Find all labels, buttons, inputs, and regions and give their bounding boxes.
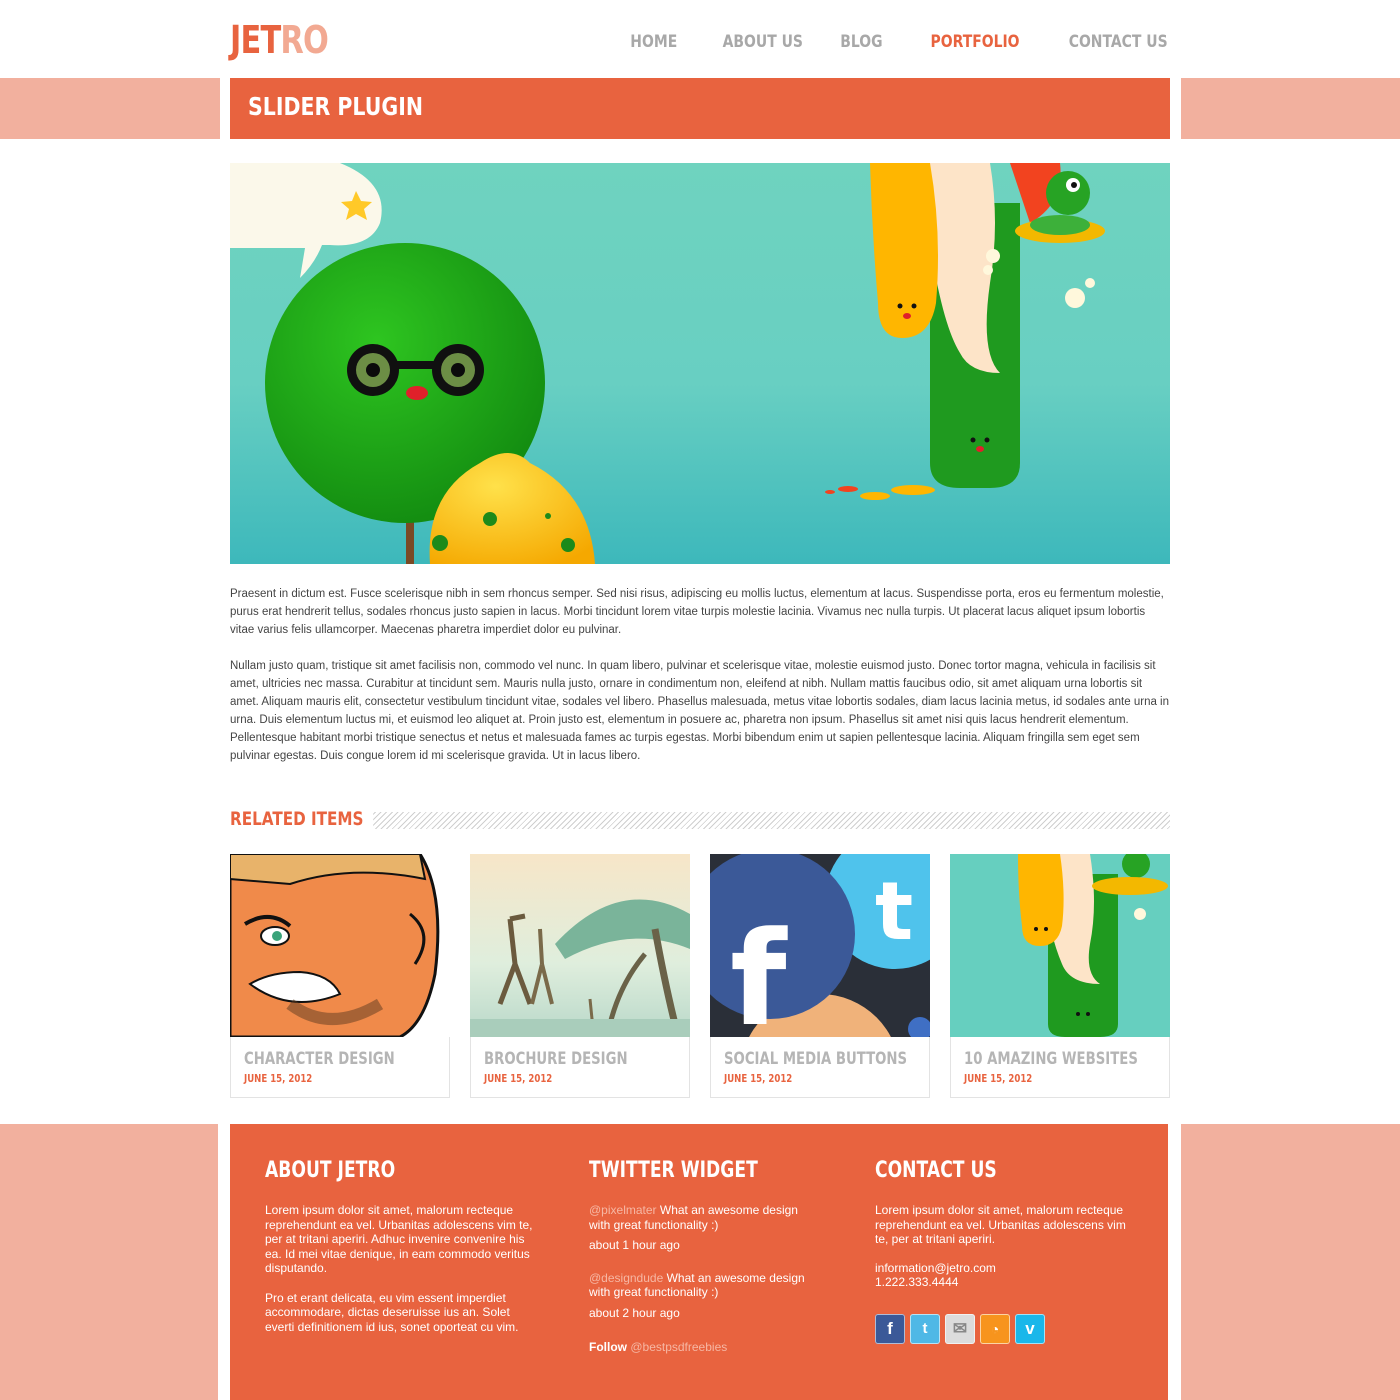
email-icon[interactable]: ✉ [945, 1313, 975, 1344]
related-item-date: JUNE 15, 2012 [964, 1072, 1033, 1085]
twitter-follow: Follow @bestpsdfreebies [589, 1340, 814, 1355]
nav-about-us[interactable]: ABOUT US [723, 32, 803, 52]
related-item-date: JUNE 15, 2012 [724, 1072, 793, 1085]
related-item-card[interactable]: BROCHURE DESIGN JUNE 15, 2012 [470, 854, 690, 1098]
related-item-title[interactable]: BROCHURE DESIGN [484, 1049, 628, 1069]
footer-about-heading: ABOUT JETRO [265, 1158, 396, 1183]
related-item-card[interactable]: CHARACTER DESIGN JUNE 15, 2012 [230, 854, 450, 1098]
footer-band-left [0, 1124, 218, 1400]
footer-band-right [1181, 1124, 1400, 1400]
character-design-thumbnail[interactable] [230, 854, 450, 1037]
svg-text:t: t [875, 865, 913, 958]
contact-phone: 1.222.333.4444 [875, 1275, 959, 1289]
title-band-right [1181, 78, 1400, 139]
article-body: Praesent in dictum est. Fusce scelerisqu… [230, 585, 1170, 783]
svg-text:f: f [730, 903, 788, 1037]
facebook-icon[interactable]: f [875, 1313, 905, 1344]
related-item-title[interactable]: 10 AMAZING WEBSITES [964, 1049, 1138, 1069]
main-nav: HOME ABOUT US BLOG PORTFOLIO CONTACT US [592, 32, 1168, 52]
related-item-title[interactable]: SOCIAL MEDIA BUTTONS [724, 1049, 907, 1069]
footer-about-text: Pro et erant delicata, eu vim essent imp… [265, 1290, 519, 1334]
footer-contact: CONTACT US Lorem ipsum dolor sit amet, m… [875, 1158, 1140, 1344]
tweet-time[interactable]: about 2 hour ago [589, 1306, 814, 1321]
nav-home[interactable]: HOME [630, 32, 677, 52]
footer-about-text: Lorem ipsum dolor sit amet, malorum rect… [265, 1203, 533, 1275]
tweet-handle[interactable]: @pixelmater [589, 1203, 657, 1217]
footer-twitter-heading: TWITTER WIDGET [589, 1158, 758, 1183]
tweet-handle[interactable]: @designdude [589, 1271, 663, 1285]
follow-label: Follow [589, 1340, 627, 1354]
amazing-websites-thumbnail[interactable] [950, 854, 1170, 1037]
article-paragraph: Nullam justo quam, tristique sit amet fa… [230, 660, 1170, 762]
nav-blog[interactable]: BLOG [841, 32, 883, 52]
footer-contact-heading: CONTACT US [875, 1158, 997, 1183]
related-item-card[interactable]: 10 AMAZING WEBSITES JUNE 15, 2012 [950, 854, 1170, 1098]
article-paragraph: Praesent in dictum est. Fusce scelerisqu… [230, 588, 1164, 636]
tweet: @designdude What an awesome design with … [589, 1271, 814, 1300]
logo-part2: RO [280, 18, 329, 62]
page-title-bar: SLIDER PLUGIN [230, 78, 1170, 139]
related-item-title[interactable]: CHARACTER DESIGN [244, 1049, 395, 1069]
striped-divider [352, 812, 1170, 829]
related-item-date: JUNE 15, 2012 [244, 1072, 313, 1085]
tweet: @pixelmater What an awesome design with … [589, 1203, 814, 1232]
related-item-date: JUNE 15, 2012 [484, 1072, 553, 1085]
nav-portfolio[interactable]: PORTFOLIO [930, 32, 1019, 52]
related-item-card[interactable]: t f SOCIAL MEDIA BUTTONS JUNE 15, 2012 [710, 854, 930, 1098]
related-items-heading: RELATED ITEMS [230, 808, 374, 830]
follow-handle[interactable]: @bestpsdfreebies [630, 1340, 727, 1354]
page-title: SLIDER PLUGIN [248, 92, 424, 121]
logo-part1: JET [230, 18, 281, 62]
footer: ABOUT JETRO Lorem ipsum dolor sit amet, … [230, 1124, 1168, 1400]
nav-contact-us[interactable]: CONTACT US [1069, 32, 1168, 52]
related-items-header: RELATED ITEMS [230, 808, 1170, 832]
footer-about: ABOUT JETRO Lorem ipsum dolor sit amet, … [265, 1158, 535, 1334]
social-media-buttons-thumbnail[interactable]: t f [710, 854, 930, 1037]
logo[interactable]: JETRO [230, 18, 329, 62]
twitter-icon[interactable]: t [910, 1313, 940, 1344]
title-band-left [0, 78, 220, 139]
footer-twitter: TWITTER WIDGET @pixelmater What an aweso… [589, 1158, 814, 1355]
brochure-design-thumbnail[interactable] [470, 854, 690, 1037]
contact-email[interactable]: information@jetro.com [875, 1261, 1140, 1276]
rss-icon[interactable]: ◔ [980, 1313, 1010, 1344]
social-icons: f t ✉ ◔ v [875, 1313, 1140, 1344]
tweet-time[interactable]: about 1 hour ago [589, 1238, 814, 1253]
vimeo-icon[interactable]: v [1015, 1313, 1045, 1344]
footer-contact-text: Lorem ipsum dolor sit amet, malorum rect… [875, 1203, 1126, 1246]
slider-image[interactable] [230, 163, 1170, 564]
